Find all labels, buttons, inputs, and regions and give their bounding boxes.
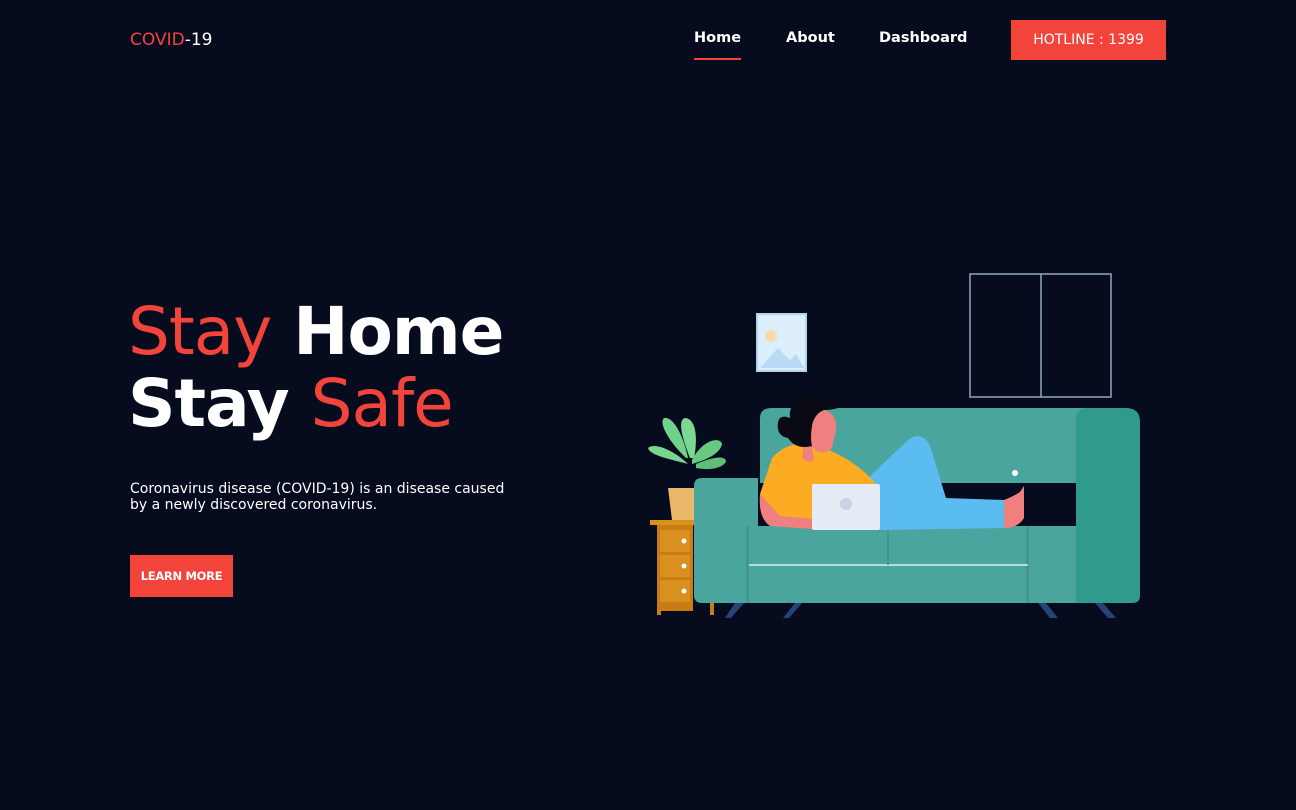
hero-headline: Stay Home Stay Safe [128,293,504,440]
landing-page: COVID-19 Home About Dashboard HOTLINE : … [0,0,1296,810]
laptop-icon [812,484,880,530]
headline-line-2: Stay Safe [128,368,503,440]
learn-more-button[interactable]: LEARN MORE [130,555,233,597]
sofa-button-dot [1012,470,1018,476]
window-frame [969,273,1112,398]
sofa-legs [725,603,1116,618]
hero-description: Coronavirus disease (COVID-19) is an dis… [130,481,505,513]
sofa-right-arm [1076,408,1140,603]
nav-home[interactable]: Home [694,30,742,60]
nav-about[interactable]: About [786,30,835,46]
headline-stay-2: Stay [128,365,290,442]
woman-on-sofa-illustration [648,273,1140,618]
wall-picture [756,313,807,372]
nav-dashboard[interactable]: Dashboard [879,30,967,46]
headline-stay-1: Stay [128,293,272,370]
hotline-button[interactable]: HOTLINE : 1399 [1011,20,1166,60]
headline-line-1: Stay Home [128,293,504,370]
headline-safe: Safe [310,365,454,442]
headline-home: Home [293,293,504,370]
